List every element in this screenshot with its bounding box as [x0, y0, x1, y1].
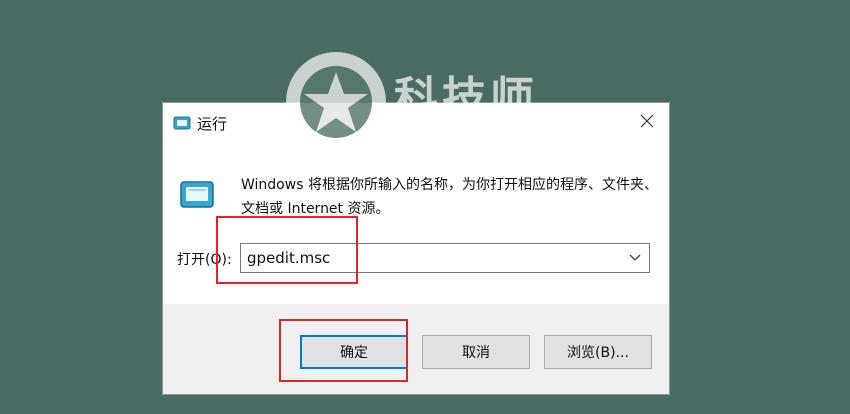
dialog-description: Windows 将根据你所输入的名称，为你打开相应的程序、文件夹、文档或 Int…: [241, 177, 658, 217]
watermark-logo-icon: [282, 48, 390, 160]
close-button[interactable]: [625, 103, 669, 141]
button-bar: 确定 取消 浏览(B)...: [163, 304, 669, 394]
watermark: 科技师 www.3kjs.com: [282, 48, 606, 160]
watermark-url: www.3kjs.com: [398, 120, 609, 146]
highlight-input-box: [216, 216, 358, 284]
browse-button[interactable]: 浏览(B)...: [544, 335, 652, 369]
run-icon: [173, 115, 191, 130]
chevron-down-icon[interactable]: [625, 248, 645, 268]
cancel-button[interactable]: 取消: [422, 335, 530, 369]
run-icon: [179, 179, 215, 211]
watermark-brand: 科技师: [394, 73, 538, 124]
dialog-title: 运行: [197, 115, 228, 133]
close-icon: [640, 113, 654, 132]
highlight-ok-box: [279, 319, 408, 382]
